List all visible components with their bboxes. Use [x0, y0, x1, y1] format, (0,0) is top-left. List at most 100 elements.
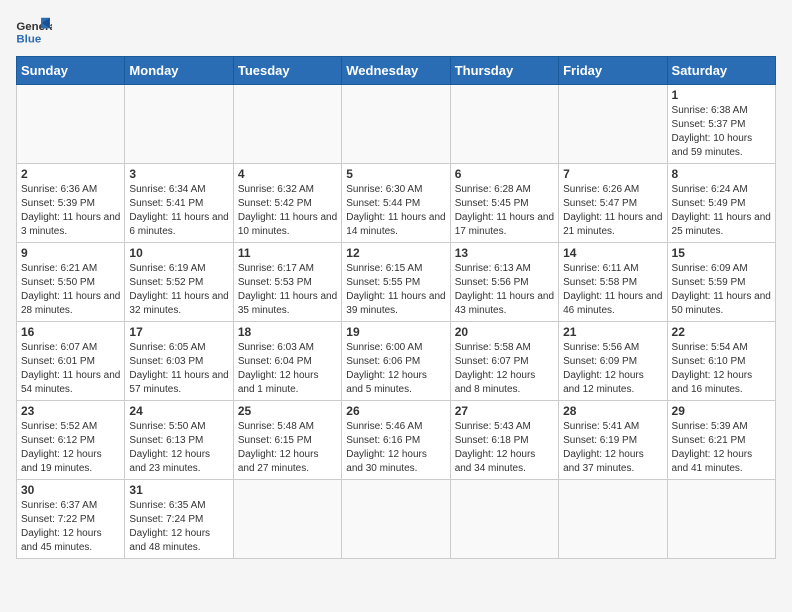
day-number: 2: [21, 167, 120, 181]
day-number: 8: [672, 167, 771, 181]
day-info: Sunrise: 5:56 AM Sunset: 6:09 PM Dayligh…: [563, 341, 662, 397]
day-number: 5: [346, 167, 445, 181]
day-info: Sunrise: 5:54 AM Sunset: 6:10 PM Dayligh…: [672, 341, 771, 397]
calendar-cell: 6Sunrise: 6:28 AM Sunset: 5:45 PM Daylig…: [450, 164, 558, 243]
calendar-cell: 1 Sunrise: 6:38 AM Sunset: 5:37 PM Daylig…: [667, 85, 775, 164]
calendar-week-5: 30 Sunrise: 6:37 AM Sunset: 7:22 PM Dayli…: [17, 480, 776, 559]
day-info: Sunrise: 6:03 AM Sunset: 6:04 PM Dayligh…: [238, 341, 337, 397]
calendar-cell: 4 Sunrise: 6:32 AM Sunset: 5:42 PM Daylig…: [233, 164, 341, 243]
day-number: 27: [455, 404, 554, 418]
weekday-header-monday: Monday: [125, 57, 233, 85]
logo-icon: General Blue: [16, 16, 52, 46]
day-number: 17: [129, 325, 228, 339]
calendar-cell: 30 Sunrise: 6:37 AM Sunset: 7:22 PM Dayli…: [17, 480, 125, 559]
weekday-header-sunday: Sunday: [17, 57, 125, 85]
calendar-cell: 19 Sunrise: 6:00 AM Sunset: 6:06 PM Dayli…: [342, 322, 450, 401]
calendar-cell: 29 Sunrise: 5:39 AM Sunset: 6:21 PM Dayli…: [667, 401, 775, 480]
calendar-cell: 31 Sunrise: 6:35 AM Sunset: 7:24 PM Dayli…: [125, 480, 233, 559]
calendar-cell: [17, 85, 125, 164]
day-number: 26: [346, 404, 445, 418]
day-info: Sunrise: 6:32 AM Sunset: 5:42 PM Dayligh…: [238, 183, 337, 239]
calendar-cell: 2 Sunrise: 6:36 AM Sunset: 5:39 PM Daylig…: [17, 164, 125, 243]
day-info: Sunrise: 6:15 AM Sunset: 5:55 PM Dayligh…: [346, 262, 445, 318]
day-info: Sunrise: 6:19 AM Sunset: 5:52 PM Dayligh…: [129, 262, 228, 318]
day-info: Sunrise: 5:50 AM Sunset: 6:13 PM Dayligh…: [129, 420, 228, 476]
day-number: 24: [129, 404, 228, 418]
day-info: Sunrise: 6:17 AM Sunset: 5:53 PM Dayligh…: [238, 262, 337, 318]
calendar-cell: 15 Sunrise: 6:09 AM Sunset: 5:59 PM Dayli…: [667, 243, 775, 322]
calendar-cell: 9 Sunrise: 6:21 AM Sunset: 5:50 PM Daylig…: [17, 243, 125, 322]
calendar-cell: [342, 85, 450, 164]
calendar-cell: 13Sunrise: 6:13 AM Sunset: 5:56 PM Dayli…: [450, 243, 558, 322]
calendar-cell: 18 Sunrise: 6:03 AM Sunset: 6:04 PM Dayli…: [233, 322, 341, 401]
calendar-table: SundayMondayTuesdayWednesdayThursdayFrid…: [16, 56, 776, 559]
calendar-cell: 24 Sunrise: 5:50 AM Sunset: 6:13 PM Dayli…: [125, 401, 233, 480]
day-info: Sunrise: 6:35 AM Sunset: 7:24 PM Dayligh…: [129, 499, 228, 555]
day-number: 6: [455, 167, 554, 181]
calendar-cell: [233, 85, 341, 164]
day-info: Sunrise: 6:09 AM Sunset: 5:59 PM Dayligh…: [672, 262, 771, 318]
day-number: 4: [238, 167, 337, 181]
day-number: 31: [129, 483, 228, 497]
weekday-header-thursday: Thursday: [450, 57, 558, 85]
day-info: Sunrise: 5:58 AM Sunset: 6:07 PM Dayligh…: [455, 341, 554, 397]
page-header: General Blue: [16, 16, 776, 46]
day-number: 14: [563, 246, 662, 260]
weekday-header-saturday: Saturday: [667, 57, 775, 85]
calendar-body: 1 Sunrise: 6:38 AM Sunset: 5:37 PM Daylig…: [17, 85, 776, 559]
calendar-cell: 27 Sunrise: 5:43 AM Sunset: 6:18 PM Dayli…: [450, 401, 558, 480]
day-info: Sunrise: 6:38 AM Sunset: 5:37 PM Dayligh…: [672, 104, 771, 160]
weekday-header-tuesday: Tuesday: [233, 57, 341, 85]
calendar-cell: [342, 480, 450, 559]
calendar-cell: 20Sunrise: 5:58 AM Sunset: 6:07 PM Dayli…: [450, 322, 558, 401]
day-number: 23: [21, 404, 120, 418]
calendar-cell: 8 Sunrise: 6:24 AM Sunset: 5:49 PM Daylig…: [667, 164, 775, 243]
day-number: 19: [346, 325, 445, 339]
calendar-cell: 22Sunrise: 5:54 AM Sunset: 6:10 PM Dayli…: [667, 322, 775, 401]
day-info: Sunrise: 5:43 AM Sunset: 6:18 PM Dayligh…: [455, 420, 554, 476]
day-number: 18: [238, 325, 337, 339]
calendar-week-3: 16Sunrise: 6:07 AM Sunset: 6:01 PM Dayli…: [17, 322, 776, 401]
calendar-cell: 23 Sunrise: 5:52 AM Sunset: 6:12 PM Dayli…: [17, 401, 125, 480]
day-info: Sunrise: 6:13 AM Sunset: 5:56 PM Dayligh…: [455, 262, 554, 318]
day-info: Sunrise: 5:39 AM Sunset: 6:21 PM Dayligh…: [672, 420, 771, 476]
day-info: Sunrise: 6:37 AM Sunset: 7:22 PM Dayligh…: [21, 499, 120, 555]
day-info: Sunrise: 6:24 AM Sunset: 5:49 PM Dayligh…: [672, 183, 771, 239]
day-number: 21: [563, 325, 662, 339]
day-info: Sunrise: 6:34 AM Sunset: 5:41 PM Dayligh…: [129, 183, 228, 239]
calendar-cell: 26Sunrise: 5:46 AM Sunset: 6:16 PM Dayli…: [342, 401, 450, 480]
day-number: 28: [563, 404, 662, 418]
calendar-week-1: 2 Sunrise: 6:36 AM Sunset: 5:39 PM Daylig…: [17, 164, 776, 243]
day-number: 12: [346, 246, 445, 260]
weekday-header-row: SundayMondayTuesdayWednesdayThursdayFrid…: [17, 57, 776, 85]
day-number: 30: [21, 483, 120, 497]
weekday-header-wednesday: Wednesday: [342, 57, 450, 85]
calendar-cell: 16Sunrise: 6:07 AM Sunset: 6:01 PM Dayli…: [17, 322, 125, 401]
calendar-week-2: 9 Sunrise: 6:21 AM Sunset: 5:50 PM Daylig…: [17, 243, 776, 322]
day-number: 3: [129, 167, 228, 181]
calendar-cell: [125, 85, 233, 164]
day-info: Sunrise: 6:00 AM Sunset: 6:06 PM Dayligh…: [346, 341, 445, 397]
calendar-cell: 17 Sunrise: 6:05 AM Sunset: 6:03 PM Dayli…: [125, 322, 233, 401]
day-number: 1: [672, 88, 771, 102]
day-info: Sunrise: 6:36 AM Sunset: 5:39 PM Dayligh…: [21, 183, 120, 239]
calendar-cell: 7Sunrise: 6:26 AM Sunset: 5:47 PM Daylig…: [559, 164, 667, 243]
day-number: 15: [672, 246, 771, 260]
calendar-cell: [450, 480, 558, 559]
calendar-cell: 25Sunrise: 5:48 AM Sunset: 6:15 PM Dayli…: [233, 401, 341, 480]
day-info: Sunrise: 6:21 AM Sunset: 5:50 PM Dayligh…: [21, 262, 120, 318]
day-number: 9: [21, 246, 120, 260]
day-info: Sunrise: 6:05 AM Sunset: 6:03 PM Dayligh…: [129, 341, 228, 397]
calendar-cell: 21 Sunrise: 5:56 AM Sunset: 6:09 PM Dayli…: [559, 322, 667, 401]
weekday-header-friday: Friday: [559, 57, 667, 85]
calendar-cell: [559, 85, 667, 164]
day-info: Sunrise: 6:30 AM Sunset: 5:44 PM Dayligh…: [346, 183, 445, 239]
calendar-cell: 3 Sunrise: 6:34 AM Sunset: 5:41 PM Daylig…: [125, 164, 233, 243]
day-info: Sunrise: 5:52 AM Sunset: 6:12 PM Dayligh…: [21, 420, 120, 476]
calendar-cell: [667, 480, 775, 559]
day-number: 16: [21, 325, 120, 339]
day-number: 29: [672, 404, 771, 418]
calendar-header: SundayMondayTuesdayWednesdayThursdayFrid…: [17, 57, 776, 85]
calendar-cell: [450, 85, 558, 164]
svg-text:Blue: Blue: [16, 33, 41, 45]
